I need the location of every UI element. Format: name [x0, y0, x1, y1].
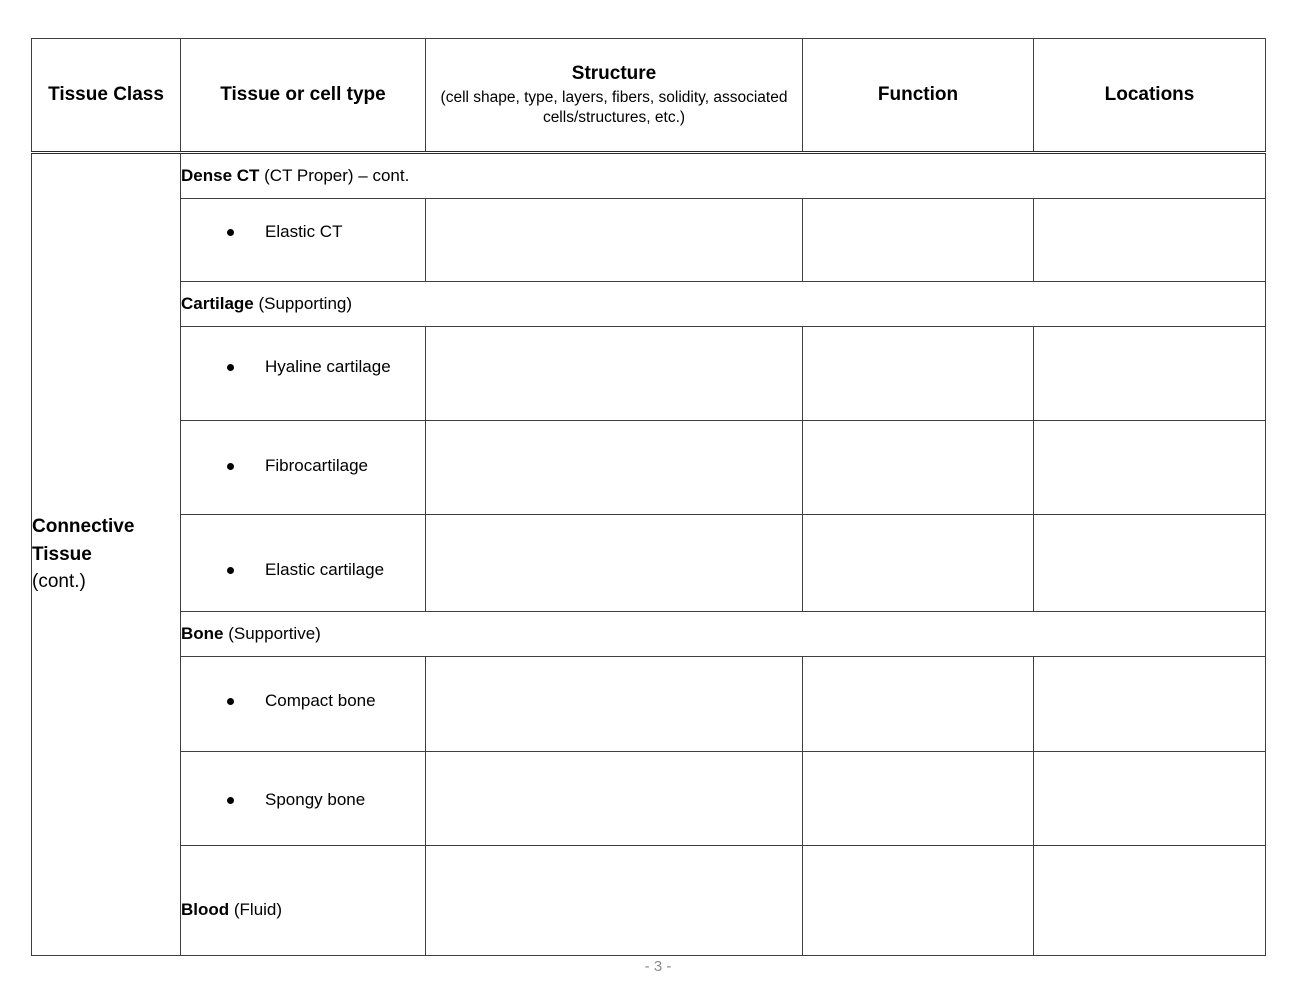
structure-cell[interactable]	[425, 514, 803, 612]
locations-cell[interactable]	[1033, 656, 1266, 752]
locations-cell[interactable]	[1033, 751, 1266, 846]
locations-cell[interactable]	[1033, 326, 1266, 421]
bullet-icon	[227, 228, 234, 236]
function-cell[interactable]	[802, 514, 1034, 612]
bulleted-item: Compact bone	[181, 690, 425, 712]
section-header-row-dense-ct: Connective Tissue (cont.) Dense CT (CT P…	[31, 152, 1266, 956]
tissue-summary-table: Tissue Class Tissue or cell type Structu…	[31, 38, 1266, 956]
tissue-type-cell: Fibrocartilage	[180, 420, 426, 515]
bullet-icon	[227, 797, 234, 804]
bullet-icon	[227, 463, 234, 470]
tissue-type-cell: Hyaline cartilage	[180, 326, 426, 421]
section-title-regular: (Supporting)	[253, 294, 353, 313]
section-header-dense-ct: Dense CT (CT Proper) – cont.	[180, 152, 1266, 199]
function-cell[interactable]	[802, 845, 1034, 956]
table-row: Elastic cartilage	[32, 514, 1266, 612]
tissue-class-cell: Connective Tissue (cont.)	[31, 152, 181, 956]
structure-cell[interactable]	[425, 751, 803, 846]
tissue-type-cell: Elastic cartilage	[180, 514, 426, 612]
table-row: Elastic CT	[32, 198, 1266, 282]
tissue-type-cell: Spongy bone	[180, 751, 426, 846]
column-header-function: Function	[802, 38, 1034, 154]
tissue-type-label: Elastic CT	[265, 221, 343, 241]
locations-cell[interactable]	[1033, 845, 1266, 956]
structure-cell[interactable]	[425, 420, 803, 515]
tissue-type-label: Compact bone	[265, 690, 376, 710]
tissue-class-name: Connective Tissue	[32, 516, 135, 565]
column-header-structure: Structure (cell shape, type, layers, fib…	[425, 38, 803, 154]
tissue-type-label: Hyaline cartilage	[265, 357, 391, 377]
bulleted-item: Spongy bone	[181, 789, 425, 811]
tissue-type-label: Fibrocartilage	[265, 456, 368, 476]
column-header-label: Tissue Class	[48, 84, 164, 106]
table-row: Fibrocartilage	[32, 420, 1266, 515]
locations-cell[interactable]	[1033, 514, 1266, 612]
table-row: Compact bone	[32, 656, 1266, 752]
function-cell[interactable]	[802, 198, 1034, 282]
bullet-icon	[227, 566, 234, 574]
section-title-bold: Bone	[181, 624, 224, 643]
function-cell[interactable]	[802, 326, 1034, 421]
section-header-row-bone: Bone (Supportive)	[32, 611, 1266, 657]
column-header-sublabel: (cell shape, type, layers, fibers, solid…	[440, 88, 788, 126]
function-cell[interactable]	[802, 656, 1034, 752]
table-row: Spongy bone	[32, 751, 1266, 846]
column-header-tissue-or-cell-type: Tissue or cell type	[180, 38, 426, 154]
column-header-label: Tissue or cell type	[220, 84, 386, 106]
bullet-icon	[227, 697, 234, 705]
tissue-type-label: Elastic cartilage	[265, 559, 385, 579]
structure-cell[interactable]	[425, 326, 803, 421]
tissue-type-cell: Compact bone	[180, 656, 426, 752]
section-header-cartilage: Cartilage (Supporting)	[180, 281, 1266, 327]
bulleted-item: Fibrocartilage	[181, 455, 425, 477]
blood-label-bold: Blood	[181, 899, 230, 919]
table-header-row: Tissue Class Tissue or cell type Structu…	[31, 38, 1266, 154]
structure-cell[interactable]	[425, 845, 803, 956]
section-title-bold: Dense CT	[181, 166, 260, 185]
tissue-class-continuation: (cont.)	[32, 571, 86, 593]
column-header-label: Function	[877, 84, 959, 106]
page-number-footer: - 3 -	[644, 958, 672, 975]
section-title-regular: (CT Proper) – cont.	[259, 166, 410, 185]
locations-cell[interactable]	[1033, 198, 1266, 282]
section-header-bone: Bone (Supportive)	[180, 611, 1266, 657]
section-header-row-cartilage: Cartilage (Supporting)	[32, 281, 1266, 327]
table-row: Hyaline cartilage	[32, 326, 1266, 421]
tissue-type-cell-blood: Blood (Fluid)	[180, 845, 426, 956]
structure-cell[interactable]	[425, 656, 803, 752]
function-cell[interactable]	[802, 751, 1034, 846]
document-page: Tissue Class Tissue or cell type Structu…	[0, 0, 1316, 1006]
structure-cell[interactable]	[425, 198, 803, 282]
bulleted-item: Elastic cartilage	[181, 559, 425, 581]
locations-cell[interactable]	[1033, 420, 1266, 515]
bulleted-item: Hyaline cartilage	[181, 356, 425, 378]
section-title-bold: Cartilage	[181, 294, 254, 313]
bullet-icon	[227, 364, 234, 371]
table-row: Blood (Fluid)	[32, 845, 1266, 956]
tissue-type-label: Spongy bone	[265, 790, 366, 810]
bulleted-item: Elastic CT	[181, 221, 425, 243]
column-header-label: Structure	[571, 62, 657, 84]
section-title-regular: (Supportive)	[223, 624, 321, 643]
blood-label-regular: (Fluid)	[229, 899, 283, 919]
tissue-type-cell: Elastic CT	[180, 198, 426, 282]
column-header-tissue-class: Tissue Class	[31, 38, 181, 154]
column-header-locations: Locations	[1033, 38, 1266, 154]
column-header-label: Locations	[1104, 84, 1195, 106]
function-cell[interactable]	[802, 420, 1034, 515]
